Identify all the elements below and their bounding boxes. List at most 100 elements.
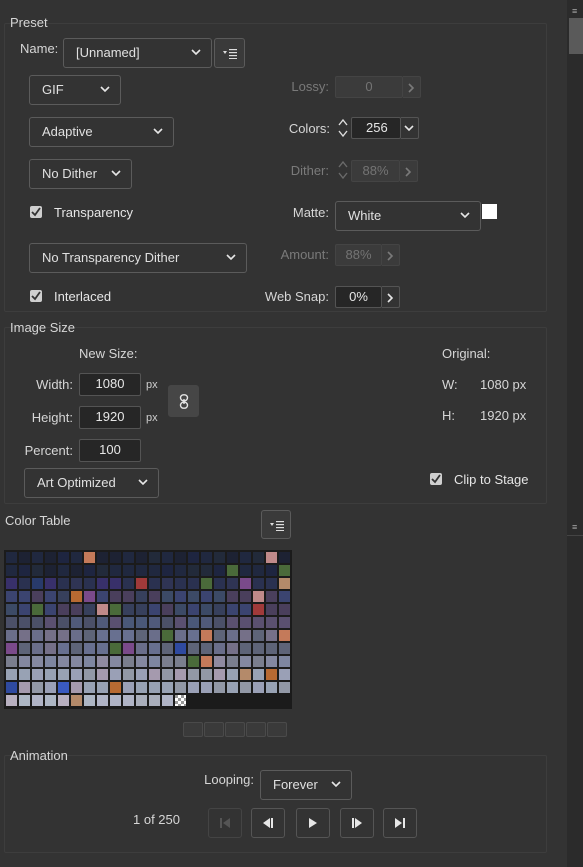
color-swatch[interactable] [45,630,56,641]
color-swatch[interactable] [175,656,186,667]
color-swatch[interactable] [149,578,160,589]
color-swatch[interactable] [227,604,238,615]
color-swatch[interactable] [32,552,43,563]
color-swatch[interactable] [97,656,108,667]
color-swatch[interactable] [84,604,95,615]
color-swatch[interactable] [266,682,277,693]
color-swatch[interactable] [266,630,277,641]
last-frame-button[interactable] [383,808,417,838]
color-swatch[interactable] [188,604,199,615]
color-swatch[interactable] [162,682,173,693]
color-swatch[interactable] [32,695,43,706]
color-swatch[interactable] [84,591,95,602]
websnap-field[interactable]: 0% [335,286,382,308]
color-swatch[interactable] [188,565,199,576]
interlaced-checkbox[interactable] [30,290,42,302]
color-swatch[interactable] [123,669,134,680]
new-color-icon[interactable] [246,722,266,737]
color-swatch[interactable] [253,604,264,615]
color-swatch[interactable] [240,682,251,693]
color-swatch[interactable] [58,591,69,602]
color-swatch[interactable] [84,643,95,654]
color-swatch[interactable] [6,656,17,667]
color-swatch[interactable] [6,578,17,589]
color-swatch[interactable] [110,656,121,667]
color-swatch[interactable] [19,591,30,602]
color-swatch[interactable] [149,630,160,641]
color-swatch[interactable] [123,552,134,563]
color-swatch[interactable] [253,630,264,641]
color-swatch[interactable] [279,552,290,563]
dither-stepper[interactable] [337,159,349,181]
color-swatch[interactable] [214,643,225,654]
dither-arrow-button[interactable] [400,160,418,182]
color-swatch[interactable] [266,591,277,602]
color-swatch[interactable] [188,617,199,628]
colors-stepper[interactable] [337,117,349,139]
color-swatch[interactable] [84,552,95,563]
color-swatch[interactable] [71,669,82,680]
panel-menu-icon[interactable]: ≡ [572,6,577,16]
color-swatch[interactable] [227,565,238,576]
color-swatch[interactable] [214,552,225,563]
color-swatch[interactable] [19,630,30,641]
lossy-field[interactable]: 0 [335,76,403,98]
color-swatch[interactable] [97,630,108,641]
color-swatch[interactable] [84,682,95,693]
color-swatch[interactable] [97,669,108,680]
color-swatch[interactable] [45,552,56,563]
color-swatch[interactable] [201,656,212,667]
color-swatch[interactable] [201,630,212,641]
color-swatch[interactable] [279,643,290,654]
color-swatch[interactable] [32,630,43,641]
color-swatch[interactable] [84,565,95,576]
color-swatch[interactable] [110,682,121,693]
color-swatch[interactable] [136,604,147,615]
color-swatch[interactable] [253,552,264,563]
color-swatch[interactable] [136,565,147,576]
color-swatch[interactable] [162,617,173,628]
color-swatch[interactable] [84,630,95,641]
color-swatch[interactable] [214,604,225,615]
color-swatch[interactable] [175,617,186,628]
color-swatch[interactable] [71,630,82,641]
colors-dropdown-button[interactable] [401,117,419,139]
color-swatch[interactable] [240,643,251,654]
color-swatch[interactable] [32,643,43,654]
color-swatch[interactable] [149,643,160,654]
scrollbar-thumb[interactable] [569,18,583,54]
websnap-arrow-button[interactable] [382,286,400,308]
color-swatch[interactable] [201,565,212,576]
color-swatch[interactable] [123,604,134,615]
color-swatch[interactable] [32,604,43,615]
color-swatch[interactable] [253,617,264,628]
color-swatch[interactable] [71,656,82,667]
color-swatch[interactable] [45,695,56,706]
color-swatch[interactable] [188,552,199,563]
color-swatch[interactable] [6,695,17,706]
colors-field[interactable]: 256 [351,117,401,139]
color-swatch[interactable] [227,643,238,654]
color-swatch[interactable] [71,565,82,576]
color-swatch[interactable] [6,552,17,563]
color-swatch[interactable] [240,617,251,628]
transparency-dither-dropdown[interactable]: No Transparency Dither [29,243,247,273]
color-swatch[interactable] [279,578,290,589]
color-swatch[interactable] [110,578,121,589]
color-swatch[interactable] [149,565,160,576]
color-swatch[interactable] [71,695,82,706]
color-swatch[interactable] [97,643,108,654]
color-swatch[interactable] [240,591,251,602]
width-field[interactable]: 1080 [79,373,141,396]
color-swatch[interactable] [58,565,69,576]
color-swatch[interactable] [84,669,95,680]
color-swatch[interactable] [136,669,147,680]
color-swatch[interactable] [32,669,43,680]
color-swatch[interactable] [162,565,173,576]
color-swatch[interactable] [175,552,186,563]
color-swatch[interactable] [175,604,186,615]
color-swatch[interactable] [227,669,238,680]
color-swatch[interactable] [58,669,69,680]
color-swatch[interactable] [58,656,69,667]
color-swatch[interactable] [175,591,186,602]
